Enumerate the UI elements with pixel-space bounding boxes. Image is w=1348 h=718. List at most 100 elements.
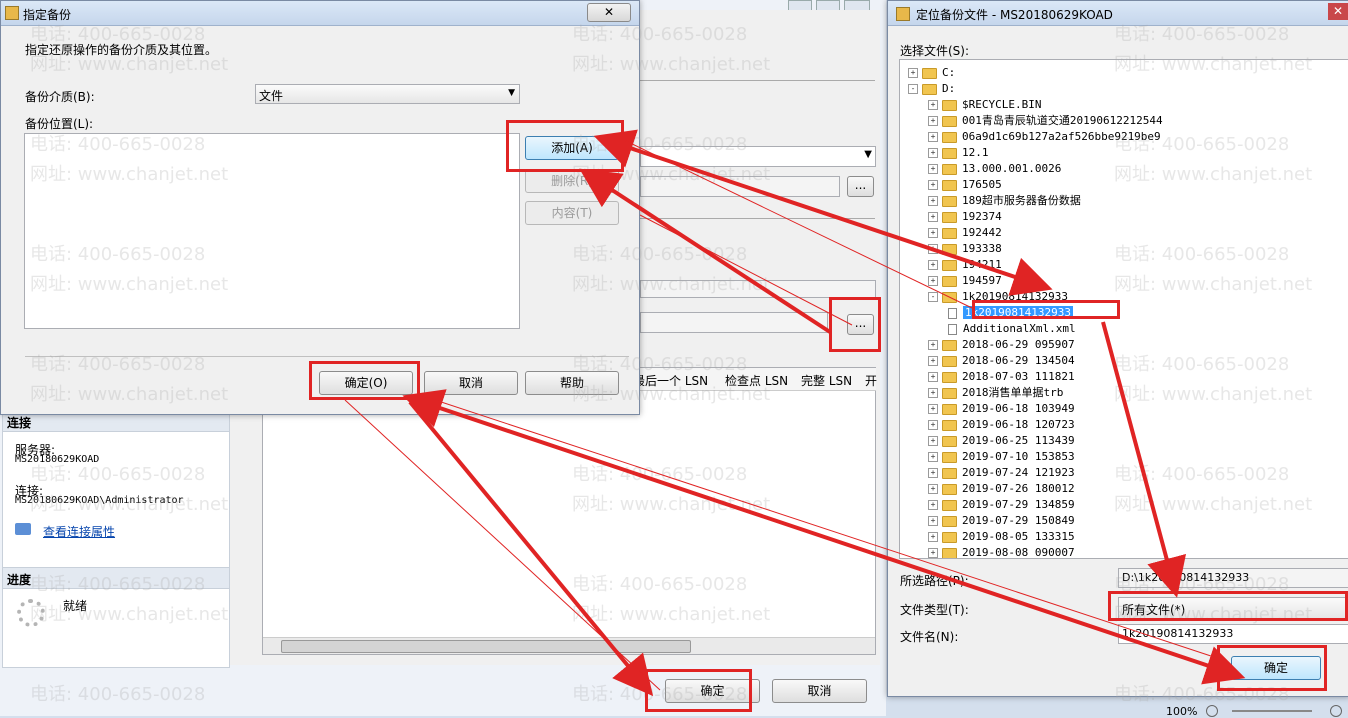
expand-icon[interactable]: +	[928, 148, 938, 158]
tree-folder-item[interactable]: +2019-06-18 120723	[928, 417, 1075, 433]
highlight-main-ok	[645, 669, 752, 712]
col-full-lsn[interactable]: 完整 LSN	[801, 372, 863, 389]
expand-icon[interactable]: +	[908, 68, 918, 78]
expand-icon[interactable]: +	[928, 420, 938, 430]
expand-icon[interactable]: +	[928, 484, 938, 494]
tree-folder-item[interactable]: +194211	[928, 257, 1002, 273]
tree-folder-item[interactable]: +2018-07-03 111821	[928, 369, 1075, 385]
selected-path-field: D:\1k20190814132933	[1118, 568, 1348, 588]
tree-folder-item[interactable]: - D:	[908, 81, 955, 97]
tree-folder-item[interactable]: +189超市服务器备份数据	[928, 193, 1081, 209]
tree-item-label: AdditionalXml.xml	[963, 322, 1076, 335]
col-last-lsn[interactable]: 最后一个 LSN	[633, 372, 723, 389]
source-field[interactable]	[640, 312, 828, 333]
specify-help-button[interactable]: 帮助	[525, 371, 619, 395]
tree-folder-item[interactable]: + C:	[908, 65, 955, 81]
expand-icon[interactable]: +	[928, 244, 938, 254]
highlight-browse-button	[829, 297, 881, 352]
tree-folder-item[interactable]: +2019-07-29 150849	[928, 513, 1075, 529]
expand-icon[interactable]: +	[928, 452, 938, 462]
tree-folder-item[interactable]: +001青岛青辰轨道交通20190612212544	[928, 113, 1163, 129]
tree-folder-item[interactable]: +2019-08-08 090007	[928, 545, 1075, 558]
target-db-dropdown[interactable]	[640, 280, 876, 298]
expand-icon[interactable]: +	[928, 388, 938, 398]
tree-folder-item[interactable]: +2018-06-29 134504	[928, 353, 1075, 369]
expand-icon[interactable]: +	[928, 340, 938, 350]
tree-item-label: 2019-07-26 180012	[962, 482, 1075, 495]
tree-folder-item[interactable]: +2019-08-05 133315	[928, 529, 1075, 545]
col-checkpoint-lsn[interactable]: 检查点 LSN	[725, 372, 800, 389]
specify-cancel-button[interactable]: 取消	[424, 371, 518, 395]
tree-folder-item[interactable]: +06a9d1c69b127a2af526bbe9219be9	[928, 129, 1161, 145]
col-start[interactable]: 开	[865, 372, 877, 389]
expand-icon[interactable]: +	[928, 500, 938, 510]
tree-folder-item[interactable]: +2019-07-10 153853	[928, 449, 1075, 465]
expand-icon[interactable]: +	[928, 180, 938, 190]
tree-folder-item[interactable]: +2019-07-24 121923	[928, 465, 1075, 481]
select-file-label: 选择文件(S):	[900, 44, 970, 58]
tree-folder-item[interactable]: +194597	[928, 273, 1002, 289]
specify-backup-title: 指定备份	[23, 8, 72, 22]
tree-folder-item[interactable]: +2018消售单单据trb	[928, 385, 1063, 401]
zoom-out-icon[interactable]	[1206, 705, 1218, 717]
expand-icon[interactable]: +	[928, 436, 938, 446]
expand-icon[interactable]: +	[928, 132, 938, 142]
folder-icon	[942, 163, 957, 175]
tree-folder-item[interactable]: +2019-06-18 103949	[928, 401, 1075, 417]
tree-folder-item[interactable]: +2018-06-29 095907	[928, 337, 1075, 353]
close-icon[interactable]: ✕	[587, 3, 631, 22]
tree-folder-item[interactable]: +176505	[928, 177, 1002, 193]
expand-icon[interactable]: +	[928, 516, 938, 526]
tree-file-item[interactable]: AdditionalXml.xml	[948, 321, 1076, 337]
remove-button[interactable]: 删除(R)	[525, 169, 619, 193]
file-icon	[948, 323, 957, 335]
collapse-icon[interactable]: -	[928, 292, 938, 302]
backup-media-select[interactable]: 文件 ▼	[255, 84, 520, 104]
expand-icon[interactable]: +	[928, 404, 938, 414]
expand-icon[interactable]: +	[928, 260, 938, 270]
device-field[interactable]	[640, 176, 840, 197]
tree-item-label: D:	[942, 82, 956, 95]
tree-folder-item[interactable]: +192374	[928, 209, 1002, 225]
horizontal-scrollbar[interactable]	[263, 637, 875, 654]
expand-icon[interactable]: +	[928, 468, 938, 478]
backup-location-list[interactable]	[24, 133, 520, 329]
expand-icon[interactable]: +	[928, 532, 938, 542]
expand-icon[interactable]: +	[928, 164, 938, 174]
expand-icon[interactable]: +	[928, 228, 938, 238]
tree-folder-item[interactable]: +2019-07-29 134859	[928, 497, 1075, 513]
close-icon[interactable]: ✕	[1328, 3, 1348, 20]
restore-db-dropdown[interactable]: ▼	[640, 146, 876, 167]
folder-icon	[942, 499, 957, 511]
collapse-icon[interactable]: -	[908, 84, 918, 94]
tree-folder-item[interactable]: +192442	[928, 225, 1002, 241]
expand-icon[interactable]: +	[928, 116, 938, 126]
file-tree[interactable]: + C: - D: + $RECYCLE.BIN +001青岛青辰轨道交通201906122…	[899, 59, 1348, 559]
tree-folder-item[interactable]: + $RECYCLE.BIN	[928, 97, 1041, 113]
expand-icon[interactable]: +	[928, 212, 938, 222]
main-cancel-button[interactable]: 取消	[772, 679, 867, 703]
tree-item-label: 2019-07-29 150849	[962, 514, 1075, 527]
tree-folder-item[interactable]: +2019-07-26 180012	[928, 481, 1075, 497]
tree-folder-item[interactable]: +193338	[928, 241, 1002, 257]
tree-folder-item[interactable]: +12.1	[928, 145, 989, 161]
contents-button[interactable]: 内容(T)	[525, 201, 619, 225]
expand-icon[interactable]: +	[928, 276, 938, 286]
browse-device-button[interactable]: ...	[847, 176, 874, 197]
expand-icon[interactable]: +	[928, 196, 938, 206]
chevron-down-icon: ▼	[864, 149, 872, 160]
expand-icon[interactable]: +	[928, 548, 938, 558]
expand-icon[interactable]: +	[928, 372, 938, 382]
zoom-in-icon[interactable]	[1330, 705, 1342, 717]
tree-item-label: 2018-06-29 134504	[962, 354, 1075, 367]
tree-folder-item[interactable]: +13.000.001.0026	[928, 161, 1061, 177]
view-connection-properties-link[interactable]: 查看连接属性	[43, 523, 115, 540]
tree-item-label: 2018-06-29 095907	[962, 338, 1075, 351]
expand-icon[interactable]: +	[928, 100, 938, 110]
zoom-slider[interactable]	[1232, 710, 1312, 712]
file-name-value: 1k20190814132933	[1122, 627, 1234, 640]
scrollbar-thumb[interactable]	[281, 640, 691, 653]
file-name-field[interactable]: 1k20190814132933	[1118, 624, 1348, 644]
expand-icon[interactable]: +	[928, 356, 938, 366]
tree-folder-item[interactable]: +2019-06-25 113439	[928, 433, 1075, 449]
